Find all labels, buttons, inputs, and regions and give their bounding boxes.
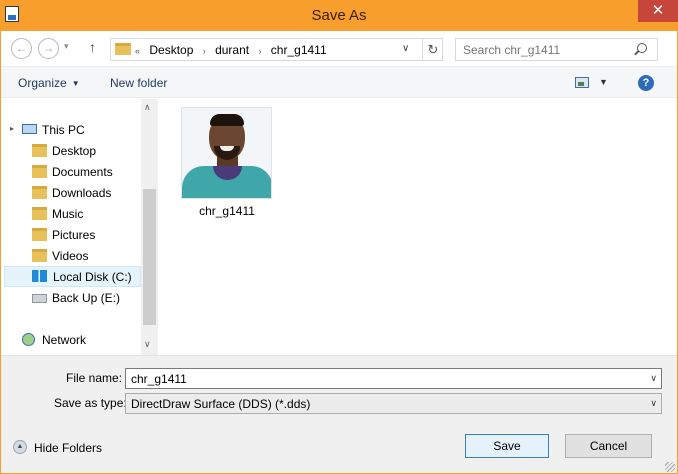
cancel-button[interactable]: Cancel	[565, 434, 652, 458]
help-icon[interactable]: ?	[638, 75, 654, 91]
sidebar-item-label: Desktop	[52, 144, 97, 158]
breadcrumb-chr-g1411[interactable]: chr_g1411	[271, 43, 327, 57]
forward-button[interactable]: →	[38, 38, 59, 59]
navigation-pane: ▸ This PC Desktop Documents Downloads Mu…	[1, 99, 158, 355]
organize-menu[interactable]: Organize ▼	[18, 76, 80, 90]
recent-locations-dropdown[interactable]: ▾	[64, 41, 69, 52]
search-icon[interactable]	[637, 43, 647, 53]
expand-arrow-icon[interactable]: ▸	[10, 124, 14, 133]
sidebar-item-label: Back Up (E:)	[52, 291, 121, 305]
sidebar-item-label: Music	[52, 207, 84, 221]
sidebar-item-desktop[interactable]: Desktop	[32, 141, 137, 161]
organize-label: Organize	[18, 76, 67, 90]
breadcrumb-durant[interactable]: durant	[215, 43, 249, 57]
pictures-folder-icon	[32, 228, 47, 241]
up-button[interactable]: ↑	[89, 39, 96, 55]
breadcrumb-desktop[interactable]: Desktop	[149, 43, 193, 57]
address-bar[interactable]: « Desktop › durant › chr_g1411 ∨ ↻	[110, 38, 443, 61]
breadcrumb-separator[interactable]: ›	[203, 46, 206, 56]
sidebar-item-videos[interactable]: Videos	[32, 246, 137, 266]
save-as-type-label: Save as type:	[54, 396, 127, 410]
file-name-combobox[interactable]: ∨	[125, 368, 662, 389]
folder-icon	[115, 43, 131, 55]
sidebar-item-label: Pictures	[52, 228, 96, 242]
new-folder-button[interactable]: New folder	[110, 76, 167, 90]
change-view-icon[interactable]	[575, 77, 589, 88]
title-bar[interactable]: Save As ✕	[0, 0, 678, 31]
collapse-arrow-icon: ▲	[13, 440, 27, 454]
hide-folders-label: Hide Folders	[34, 441, 103, 455]
save-as-type-select[interactable]: DirectDraw Surface (DDS) (*.dds) ∨	[125, 393, 662, 414]
scroll-up-icon[interactable]: ∧	[144, 102, 151, 113]
save-as-dialog: Save As ✕ ← → ▾ ↑ « Desktop › durant › c…	[0, 0, 678, 474]
file-name-input[interactable]	[126, 369, 641, 388]
music-folder-icon	[32, 207, 47, 220]
save-button[interactable]: Save	[465, 434, 549, 458]
resize-grip-icon[interactable]	[665, 462, 675, 472]
computer-icon	[22, 124, 37, 134]
breadcrumb-separator[interactable]: ›	[258, 46, 261, 56]
downloads-folder-icon	[32, 186, 47, 199]
scrollbar-thumb[interactable]	[143, 189, 156, 325]
close-button[interactable]: ✕	[638, 0, 678, 22]
sidebar-item-label: Local Disk (C:)	[53, 270, 132, 284]
chevron-down-icon[interactable]: ∨	[650, 373, 657, 384]
refresh-button[interactable]: ↻	[422, 39, 443, 60]
save-as-type-value: DirectDraw Surface (DDS) (*.dds)	[131, 397, 311, 411]
dialog-body: ← → ▾ ↑ « Desktop › durant › chr_g1411 ∨…	[1, 31, 677, 473]
file-name-label: File name:	[66, 371, 123, 385]
search-box[interactable]	[455, 38, 658, 61]
file-name-label: chr_g1411	[199, 204, 255, 218]
sidebar-item-documents[interactable]: Documents	[32, 162, 137, 182]
sidebar-item-pictures[interactable]: Pictures	[32, 225, 137, 245]
window-title: Save As	[311, 7, 367, 24]
navigation-scrollbar[interactable]: ∧ ∨	[141, 99, 158, 355]
chevron-down-icon: ▼	[71, 79, 80, 88]
desktop-folder-icon	[32, 144, 47, 157]
breadcrumb: « Desktop › durant › chr_g1411	[135, 43, 327, 57]
local-disk-icon	[32, 270, 47, 282]
drive-icon	[32, 294, 47, 303]
save-panel: File name: ∨ Save as type: DirectDraw Su…	[1, 355, 677, 473]
back-button[interactable]: ←	[11, 38, 32, 59]
file-item[interactable]: chr_g1411	[178, 107, 276, 219]
sidebar-item-local-disk[interactable]: Local Disk (C:)	[4, 266, 141, 287]
address-dropdown-icon[interactable]: ∨	[402, 43, 409, 54]
scroll-down-icon[interactable]: ∨	[144, 339, 151, 350]
image-thumbnail	[181, 107, 272, 199]
breadcrumb-overflow[interactable]: «	[135, 46, 140, 56]
chevron-down-icon[interactable]: ∨	[650, 398, 657, 409]
sidebar-item-label: Network	[42, 333, 87, 347]
search-input[interactable]	[456, 39, 634, 60]
network-icon	[22, 333, 35, 346]
sidebar-item-label: Documents	[52, 165, 113, 179]
sidebar-item-label: Downloads	[52, 186, 112, 200]
sidebar-item-music[interactable]: Music	[32, 204, 137, 224]
sidebar-item-label: Videos	[52, 249, 89, 263]
sidebar-item-downloads[interactable]: Downloads	[32, 183, 137, 203]
address-row: ← → ▾ ↑ « Desktop › durant › chr_g1411 ∨…	[1, 31, 677, 66]
sidebar-item-back-up[interactable]: Back Up (E:)	[32, 288, 137, 308]
videos-folder-icon	[32, 249, 47, 262]
sidebar-item-network[interactable]: Network	[22, 330, 137, 350]
sidebar-item-this-pc[interactable]: ▸ This PC	[10, 120, 137, 140]
view-options-dropdown[interactable]: ▼	[599, 77, 608, 87]
documents-folder-icon	[32, 165, 47, 178]
file-list[interactable]: chr_g1411	[158, 99, 677, 355]
command-bar: Organize ▼ New folder ▼ ?	[1, 66, 677, 98]
sidebar-item-label: This PC	[42, 123, 85, 137]
